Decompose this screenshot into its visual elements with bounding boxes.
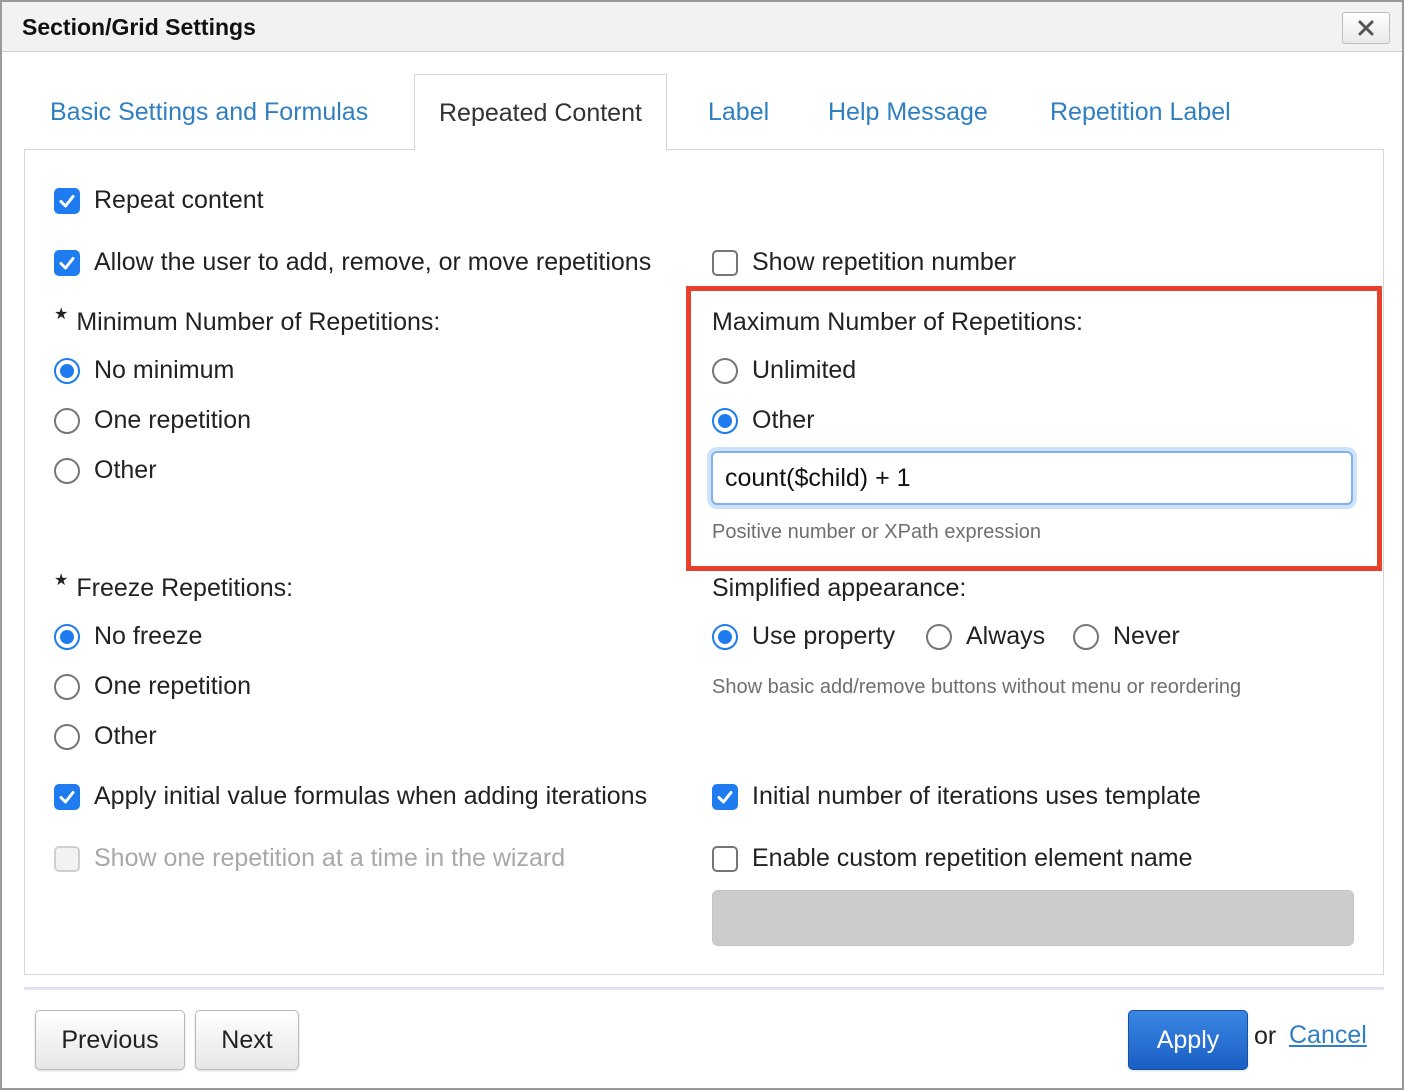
dialog-titlebar: Section/Grid Settings	[2, 2, 1402, 52]
maximum-other-label: Other	[752, 406, 815, 434]
custom-element-name-input	[712, 890, 1354, 946]
minimum-one-repetition-radio[interactable]	[54, 407, 80, 434]
show-one-at-a-time-label: Show one repetition at a time in the wiz…	[94, 844, 566, 872]
show-one-at-a-time-checkbox	[54, 845, 80, 872]
simplified-option-use-property[interactable]: Use property	[712, 622, 895, 651]
freeze-one-repetition-label: One repetition	[94, 672, 252, 700]
initial-uses-template-option[interactable]: Initial number of iterations uses templa…	[712, 782, 1201, 811]
simplified-always-label: Always	[966, 622, 1046, 650]
simplified-always-radio[interactable]	[926, 623, 952, 650]
previous-button[interactable]: Previous	[35, 1010, 185, 1070]
freeze-other-label: Other	[94, 722, 157, 750]
maximum-repetitions-title: Maximum Number of Repetitions:	[712, 308, 1083, 336]
minimum-option-no-minimum[interactable]: No minimum	[54, 356, 234, 385]
checkmark-icon	[59, 790, 75, 803]
simplified-hint: Show basic add/remove buttons without me…	[712, 676, 1242, 698]
maximum-unlimited-label: Unlimited	[752, 356, 857, 384]
maximum-other-radio[interactable]	[712, 407, 738, 434]
tab-help-message[interactable]: Help Message	[828, 74, 988, 150]
custom-element-name-checkbox[interactable]	[712, 845, 738, 872]
settings-dialog: Section/Grid Settings Basic Settings and…	[0, 0, 1404, 1090]
required-star-icon: ★	[54, 306, 69, 323]
tab-basic-settings[interactable]: Basic Settings and Formulas	[50, 74, 368, 150]
dialog-title: Section/Grid Settings	[22, 14, 256, 40]
allow-user-edit-label: Allow the user to add, remove, or move r…	[94, 248, 652, 276]
freeze-other-radio[interactable]	[54, 723, 80, 750]
show-repetition-number-checkbox[interactable]	[712, 249, 738, 276]
allow-user-edit-option[interactable]: Allow the user to add, remove, or move r…	[54, 248, 651, 277]
simplified-option-never[interactable]: Never	[1073, 622, 1180, 651]
or-text: or	[1254, 1022, 1277, 1050]
freeze-repetitions-heading: ★ Freeze Repetitions:	[54, 572, 294, 603]
maximum-unlimited-radio[interactable]	[712, 357, 738, 384]
repeat-content-label: Repeat content	[94, 186, 264, 214]
freeze-no-freeze-radio[interactable]	[54, 623, 80, 650]
next-button[interactable]: Next	[195, 1010, 299, 1070]
freeze-option-other[interactable]: Other	[54, 722, 157, 751]
close-button[interactable]	[1342, 12, 1390, 44]
maximum-option-other[interactable]: Other	[712, 406, 815, 435]
required-star-icon: ★	[54, 572, 69, 589]
minimum-repetitions-title: Minimum Number of Repetitions:	[76, 308, 441, 336]
repeat-content-checkbox[interactable]	[54, 187, 80, 214]
maximum-option-unlimited[interactable]: Unlimited	[712, 356, 856, 385]
tab-label[interactable]: Label	[708, 74, 769, 150]
allow-user-edit-checkbox[interactable]	[54, 249, 80, 276]
custom-element-name-option[interactable]: Enable custom repetition element name	[712, 844, 1193, 873]
minimum-other-radio[interactable]	[54, 457, 80, 484]
minimum-repetitions-heading: ★ Minimum Number of Repetitions:	[54, 306, 441, 337]
checkmark-icon	[717, 790, 733, 803]
maximum-expression-input[interactable]	[711, 451, 1353, 505]
apply-initial-formulas-label: Apply initial value formulas when adding…	[94, 782, 648, 810]
simplified-never-label: Never	[1113, 622, 1180, 650]
freeze-repetitions-title: Freeze Repetitions:	[76, 574, 294, 602]
cancel-link[interactable]: Cancel	[1289, 1021, 1367, 1050]
freeze-no-freeze-label: No freeze	[94, 622, 203, 650]
tab-repetition-label[interactable]: Repetition Label	[1050, 74, 1231, 150]
apply-initial-formulas-checkbox[interactable]	[54, 783, 80, 810]
initial-uses-template-checkbox[interactable]	[712, 783, 738, 810]
minimum-no-minimum-radio[interactable]	[54, 357, 80, 384]
simplified-use-property-radio[interactable]	[712, 623, 738, 650]
show-repetition-number-label: Show repetition number	[752, 248, 1017, 276]
minimum-other-label: Other	[94, 456, 157, 484]
repeat-content-option[interactable]: Repeat content	[54, 186, 264, 215]
show-repetition-number-option[interactable]: Show repetition number	[712, 248, 1016, 277]
initial-uses-template-label: Initial number of iterations uses templa…	[752, 782, 1201, 810]
checkmark-icon	[59, 256, 75, 269]
minimum-no-minimum-label: No minimum	[94, 356, 235, 384]
close-icon	[1358, 20, 1374, 36]
footer-divider	[24, 987, 1384, 990]
apply-button[interactable]: Apply	[1128, 1010, 1248, 1070]
custom-element-name-label: Enable custom repetition element name	[752, 844, 1193, 872]
simplified-appearance-title: Simplified appearance:	[712, 574, 967, 602]
minimum-option-other[interactable]: Other	[54, 456, 157, 485]
simplified-never-radio[interactable]	[1073, 623, 1099, 650]
simplified-use-property-label: Use property	[752, 622, 896, 650]
apply-initial-formulas-option[interactable]: Apply initial value formulas when adding…	[54, 782, 647, 811]
freeze-one-repetition-radio[interactable]	[54, 673, 80, 700]
checkmark-icon	[59, 194, 75, 207]
show-one-at-a-time-option: Show one repetition at a time in the wiz…	[54, 844, 565, 873]
freeze-option-one-repetition[interactable]: One repetition	[54, 672, 251, 701]
minimum-one-repetition-label: One repetition	[94, 406, 252, 434]
maximum-hint: Positive number or XPath expression	[712, 521, 1042, 543]
tab-repeated-content[interactable]: Repeated Content	[414, 74, 667, 151]
minimum-option-one-repetition[interactable]: One repetition	[54, 406, 251, 435]
simplified-option-always[interactable]: Always	[926, 622, 1045, 651]
freeze-option-no-freeze[interactable]: No freeze	[54, 622, 202, 651]
